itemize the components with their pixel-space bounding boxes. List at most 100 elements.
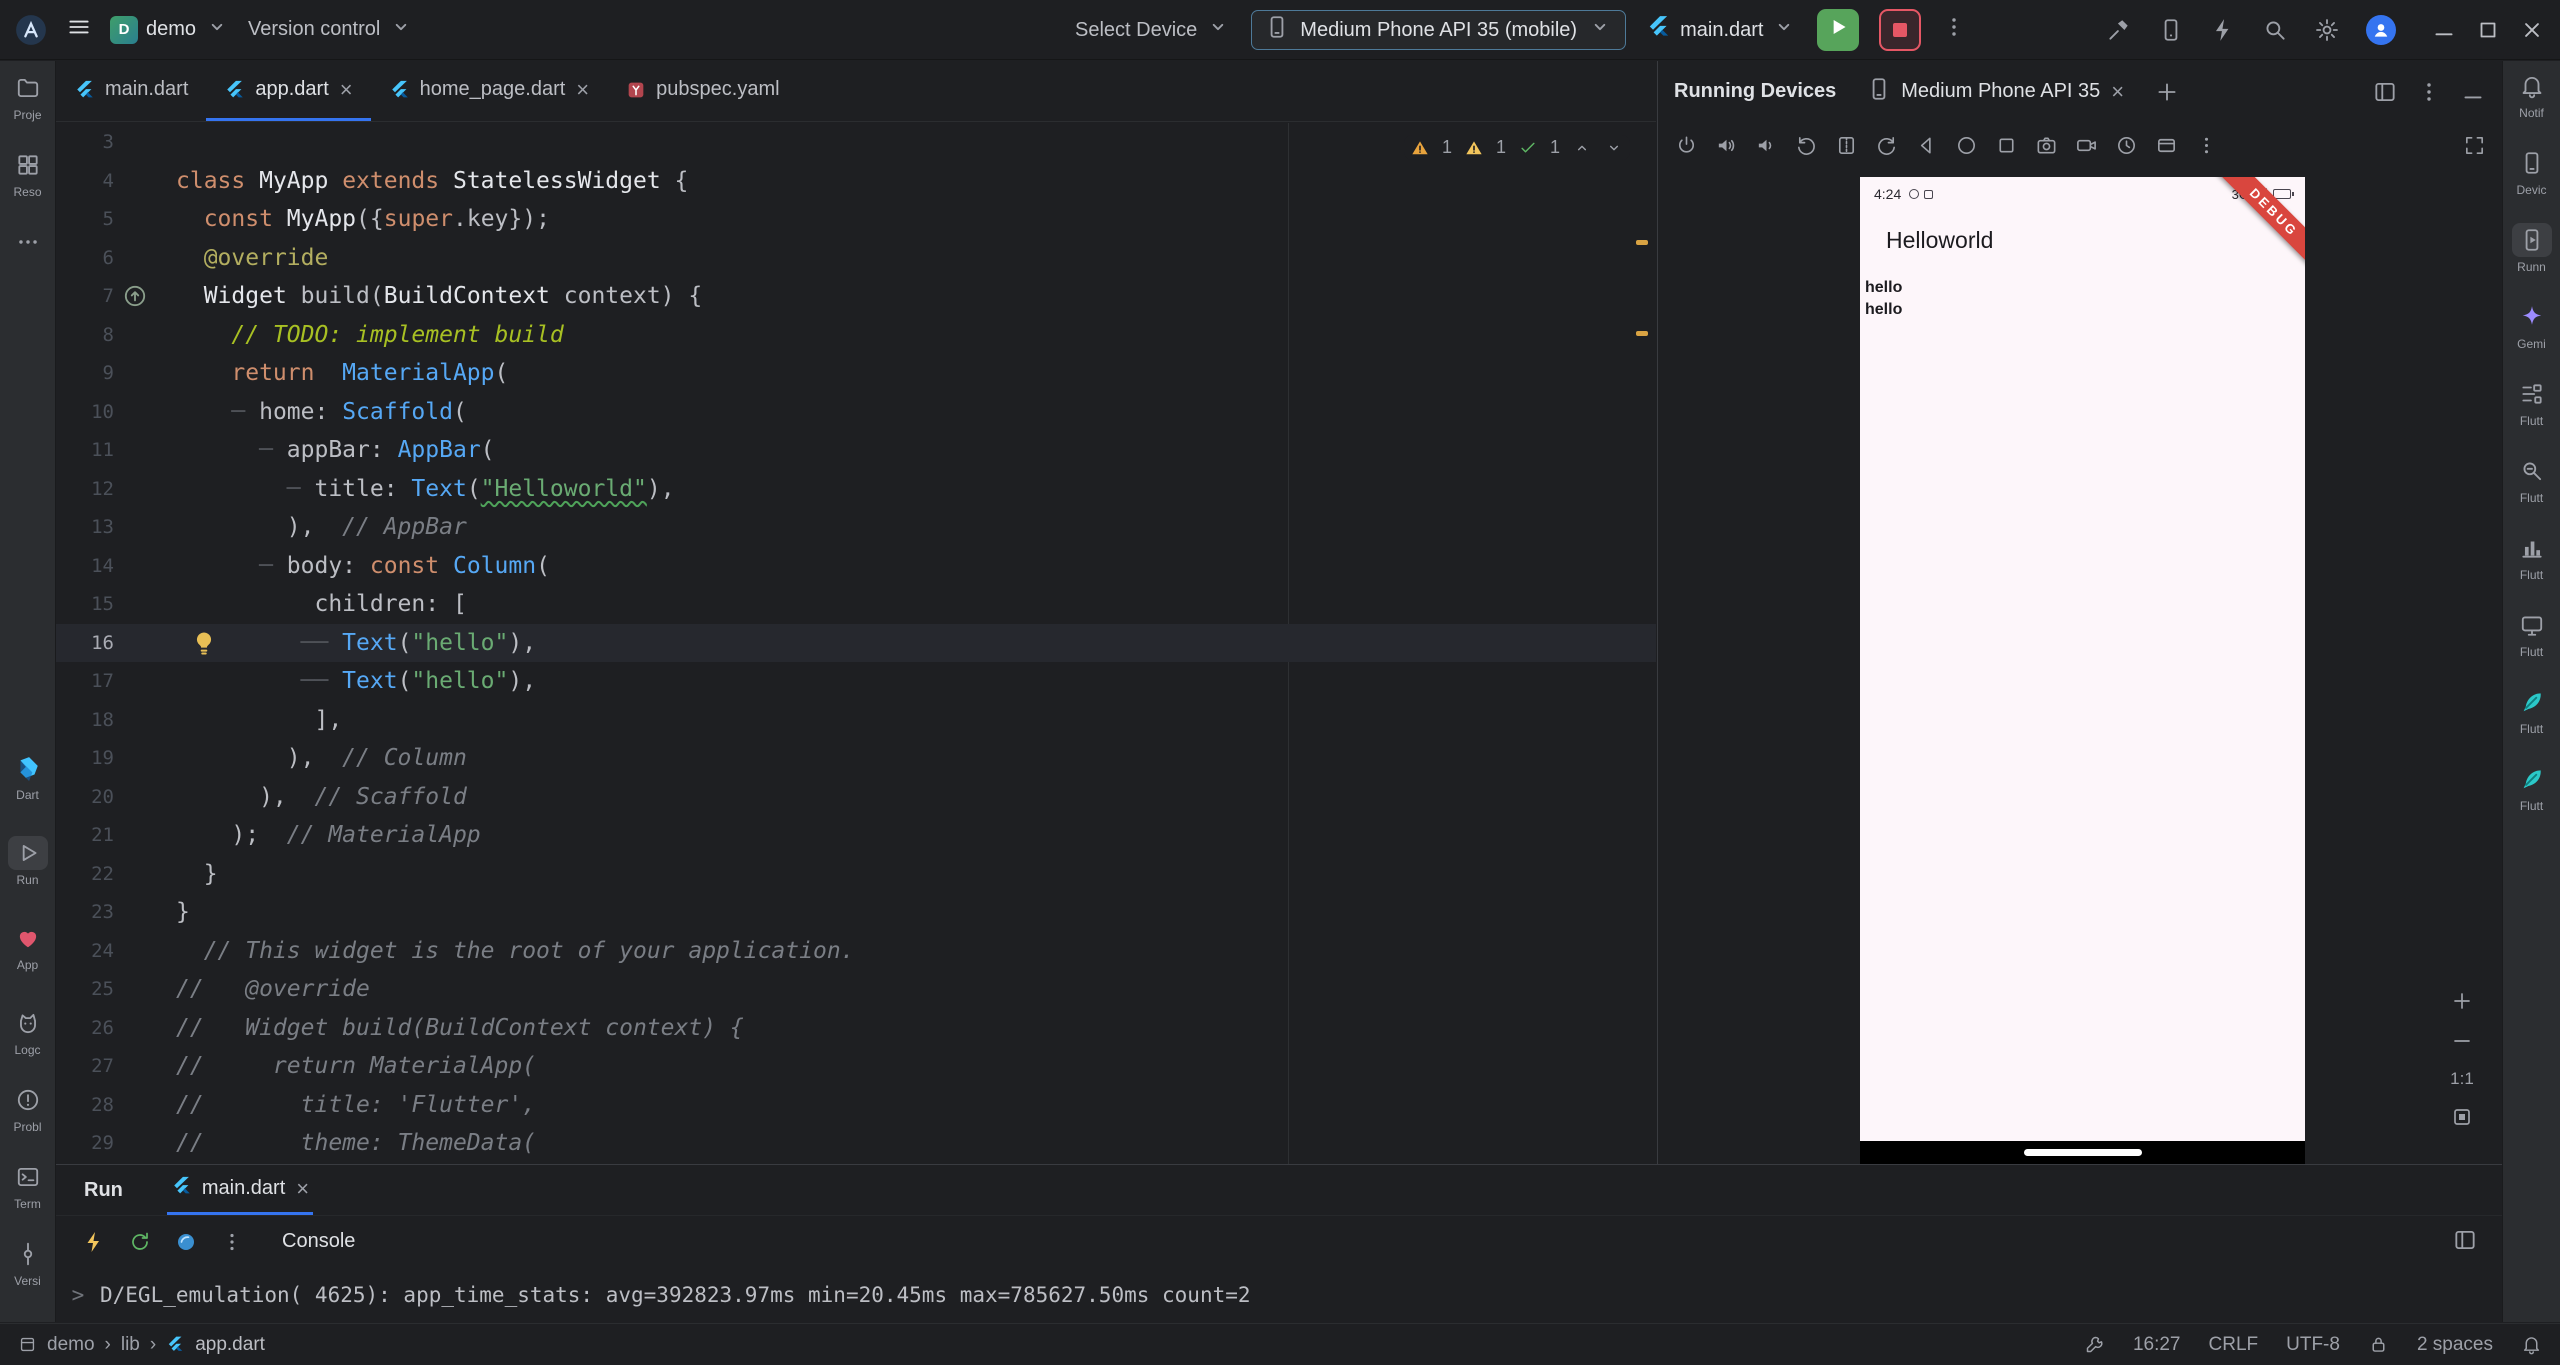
version-control-menu[interactable]: Version control bbox=[248, 14, 414, 46]
settings-icon[interactable] bbox=[2314, 17, 2340, 43]
snapshot-button[interactable] bbox=[2148, 128, 2184, 162]
right-strip-item-gemi[interactable]: Gemi bbox=[2503, 300, 2560, 351]
user-avatar[interactable] bbox=[2366, 15, 2396, 45]
encoding-indicator[interactable]: UTF-8 bbox=[2286, 1334, 2340, 1356]
zoom-fit-icon[interactable] bbox=[2450, 1105, 2474, 1129]
run-button[interactable] bbox=[1817, 9, 1859, 51]
code-line-11[interactable]: 11 ─ appBar: AppBar( bbox=[56, 431, 1656, 470]
console-output[interactable]: > D/EGL_emulation( 4625): app_time_stats… bbox=[56, 1267, 2502, 1322]
close-tab-icon[interactable]: × bbox=[340, 79, 353, 101]
kebab-icon[interactable] bbox=[2416, 79, 2442, 105]
left-strip-item-logc[interactable]: Logc bbox=[0, 1006, 55, 1057]
code-line-17[interactable]: 17 ── Text("hello"), bbox=[56, 662, 1656, 701]
add-device-plus-icon[interactable] bbox=[2154, 79, 2180, 105]
left-strip-item-more[interactable] bbox=[0, 225, 55, 262]
left-strip-item-run[interactable]: Run bbox=[0, 836, 55, 887]
breadcrumb-item[interactable]: lib bbox=[121, 1334, 140, 1356]
rotate-left-button[interactable] bbox=[1788, 128, 1824, 162]
code-line-27[interactable]: 27 // return MaterialApp( bbox=[56, 1047, 1656, 1086]
next-problem-chevron-icon[interactable] bbox=[1604, 138, 1624, 158]
left-strip-item-dart[interactable]: Dart bbox=[0, 751, 55, 802]
code-line-28[interactable]: 28 // title: 'Flutter', bbox=[56, 1086, 1656, 1125]
left-strip-item-proje[interactable]: Proje bbox=[0, 71, 55, 122]
hide-icon[interactable] bbox=[2460, 79, 2486, 105]
code-line-21[interactable]: 21 ); // MaterialApp bbox=[56, 816, 1656, 855]
gesture-pill[interactable] bbox=[2024, 1149, 2142, 1156]
overview-button[interactable] bbox=[1988, 128, 2024, 162]
left-strip-item-probl[interactable]: Probl bbox=[0, 1083, 55, 1134]
restore-button[interactable] bbox=[2108, 128, 2144, 162]
volume-down-button[interactable] bbox=[1748, 128, 1784, 162]
code-line-8[interactable]: 8 // TODO: implement build bbox=[56, 316, 1656, 355]
zoom-out-minus-icon[interactable] bbox=[2450, 1029, 2474, 1053]
right-strip-item-flutt[interactable]: Flutt bbox=[2503, 608, 2560, 659]
fold-button[interactable] bbox=[1828, 128, 1864, 162]
build-icon[interactable] bbox=[2106, 17, 2132, 43]
code-line-13[interactable]: 13 ), // AppBar bbox=[56, 508, 1656, 547]
scrollbar-warning-mark[interactable] bbox=[1636, 331, 1648, 336]
zoom-in-plus-icon[interactable] bbox=[2450, 989, 2474, 1013]
line-ending-indicator[interactable]: CRLF bbox=[2209, 1334, 2259, 1356]
right-strip-item-flutt[interactable]: Flutt bbox=[2503, 762, 2560, 813]
console-fold-chevron[interactable]: > bbox=[56, 1283, 100, 1307]
left-strip-item-app[interactable]: App bbox=[0, 921, 55, 972]
code-line-29[interactable]: 29 // theme: ThemeData( bbox=[56, 1124, 1656, 1163]
app-dot-icon[interactable] bbox=[174, 1230, 198, 1254]
rotate-right-button[interactable] bbox=[1868, 128, 1904, 162]
editor-tab-home_page.dart[interactable]: home_page.dart × bbox=[371, 61, 608, 121]
device-manager-icon[interactable] bbox=[2158, 17, 2184, 43]
right-strip-item-flutt[interactable]: Flutt bbox=[2503, 531, 2560, 582]
wrench-icon[interactable] bbox=[2084, 1334, 2105, 1355]
home-button[interactable] bbox=[1948, 128, 1984, 162]
screenshot-button[interactable] bbox=[2028, 128, 2064, 162]
editor-tab-pubspec.yaml[interactable]: pubspec.yaml bbox=[607, 61, 797, 121]
override-gutter-icon[interactable] bbox=[122, 283, 148, 309]
main-menu-button[interactable] bbox=[66, 14, 92, 46]
code-line-5[interactable]: 5 const MyApp({super.key}); bbox=[56, 200, 1656, 239]
close-device-tab-icon[interactable]: × bbox=[2111, 81, 2124, 103]
code-line-20[interactable]: 20 ), // Scaffold bbox=[56, 778, 1656, 817]
scrollbar-warning-mark[interactable] bbox=[1636, 240, 1648, 245]
left-strip-item-versi[interactable]: Versi bbox=[0, 1237, 55, 1288]
project-selector[interactable]: D demo bbox=[110, 14, 230, 46]
code-line-10[interactable]: 10 ─ home: Scaffold( bbox=[56, 393, 1656, 432]
right-strip-item-flutt[interactable]: Flutt bbox=[2503, 377, 2560, 428]
right-strip-item-devic[interactable]: Devic bbox=[2503, 146, 2560, 197]
right-strip-item-flutt[interactable]: Flutt bbox=[2503, 454, 2560, 505]
right-strip-item-runn[interactable]: Runn bbox=[2503, 223, 2560, 274]
editor-tab-main.dart[interactable]: main.dart bbox=[56, 61, 206, 121]
inspections-widget[interactable]: 1 1 1 bbox=[1404, 135, 1630, 160]
device-selector-dropdown[interactable]: Medium Phone API 35 (mobile) bbox=[1251, 10, 1626, 50]
right-strip-item-notif[interactable]: Notif bbox=[2503, 69, 2560, 120]
device-tab[interactable]: Medium Phone API 35 × bbox=[1866, 61, 2124, 122]
code-line-22[interactable]: 22 } bbox=[56, 855, 1656, 894]
console-tab[interactable]: Console bbox=[282, 1230, 355, 1253]
code-line-4[interactable]: 4 class MyApp extends StatelessWidget { bbox=[56, 162, 1656, 201]
notifications-bell-icon[interactable] bbox=[2521, 1334, 2542, 1355]
breadcrumb-item[interactable]: app.dart bbox=[195, 1334, 265, 1356]
breadcrumb-item[interactable]: demo bbox=[47, 1334, 95, 1356]
code-line-24[interactable]: 24 // This widget is the root of your ap… bbox=[56, 932, 1656, 971]
select-device-dropdown[interactable]: Select Device bbox=[1075, 14, 1231, 46]
close-run-tab-icon[interactable]: × bbox=[296, 1178, 309, 1200]
code-line-15[interactable]: 15 children: [ bbox=[56, 585, 1656, 624]
run-tab-main-dart[interactable]: main.dart × bbox=[167, 1165, 313, 1215]
code-line-19[interactable]: 19 ), // Column bbox=[56, 739, 1656, 778]
run-configuration-dropdown[interactable]: main.dart bbox=[1646, 14, 1797, 46]
code-line-25[interactable]: 25 // @override bbox=[56, 970, 1656, 1009]
code-editor[interactable]: 3 4 class MyApp extends StatelessWidget … bbox=[56, 123, 1656, 1164]
layout-icon[interactable] bbox=[2372, 79, 2398, 105]
left-strip-item-reso[interactable]: Reso bbox=[0, 148, 55, 199]
window-close-button[interactable] bbox=[2510, 0, 2554, 60]
layout-icon[interactable] bbox=[2452, 1227, 2478, 1253]
close-tab-icon[interactable]: × bbox=[576, 79, 589, 101]
bolt-icon[interactable] bbox=[2210, 17, 2236, 43]
code-line-18[interactable]: 18 ], bbox=[56, 701, 1656, 740]
bolt-yellow-icon[interactable] bbox=[82, 1230, 106, 1254]
window-minimize-button[interactable] bbox=[2422, 0, 2466, 60]
volume-up-button[interactable] bbox=[1708, 128, 1744, 162]
camera-button[interactable] bbox=[2068, 128, 2104, 162]
code-line-9[interactable]: 9 return MaterialApp( bbox=[56, 354, 1656, 393]
left-strip-item-term[interactable]: Term bbox=[0, 1160, 55, 1211]
back-button[interactable] bbox=[1908, 128, 1944, 162]
